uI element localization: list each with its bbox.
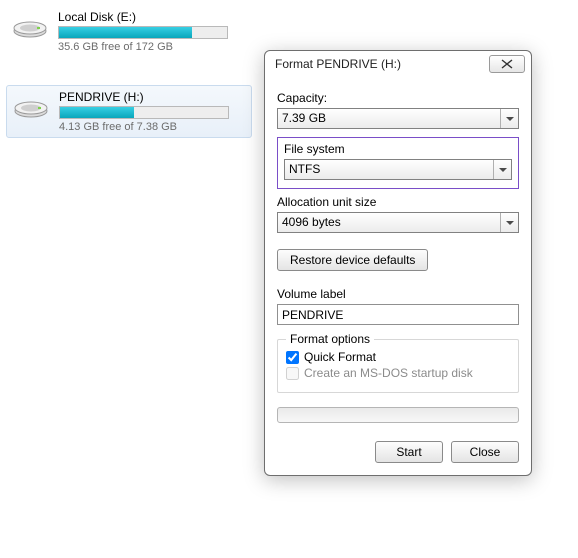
quick-format-checkbox[interactable] (286, 351, 299, 364)
capacity-label: Capacity: (277, 91, 519, 105)
msdos-label: Create an MS-DOS startup disk (304, 366, 473, 380)
fs-label: File system (284, 142, 512, 156)
aus-select[interactable]: 4096 bytes (277, 212, 519, 233)
titlebar: Format PENDRIVE (H:) (265, 51, 531, 75)
usage-bar-fill (59, 27, 192, 38)
drive-info: PENDRIVE (H:) 4.13 GB free of 7.38 GB (59, 90, 245, 133)
quick-format-label: Quick Format (304, 350, 376, 364)
start-button[interactable]: Start (375, 441, 443, 463)
capacity-select[interactable]: 7.39 GB (277, 108, 519, 129)
chevron-down-icon (493, 160, 511, 179)
volume-label-input[interactable] (277, 304, 519, 325)
msdos-checkbox (286, 367, 299, 380)
chevron-down-icon (500, 109, 518, 128)
usage-bar (58, 26, 228, 39)
drive-free-text: 35.6 GB free of 172 GB (58, 41, 246, 53)
dialog-title: Format PENDRIVE (H:) (275, 57, 489, 71)
chevron-down-icon (500, 213, 518, 232)
drive-info: Local Disk (E:) 35.6 GB free of 172 GB (58, 10, 246, 53)
dialog-body: Capacity: 7.39 GB File system NTFS Alloc… (265, 75, 531, 475)
close-dialog-button[interactable]: Close (451, 441, 519, 463)
hard-drive-icon (13, 90, 49, 120)
usage-bar (59, 106, 229, 119)
restore-defaults-button[interactable]: Restore device defaults (277, 249, 428, 271)
progress-bar (277, 407, 519, 423)
quick-format-option[interactable]: Quick Format (286, 350, 510, 364)
aus-label: Allocation unit size (277, 195, 519, 209)
close-icon (501, 59, 513, 69)
hard-drive-icon (12, 10, 48, 40)
capacity-value: 7.39 GB (282, 111, 326, 125)
file-system-section: File system NTFS (277, 137, 519, 189)
drive-item[interactable]: Local Disk (E:) 35.6 GB free of 172 GB (6, 6, 252, 57)
drive-name: PENDRIVE (H:) (59, 90, 245, 104)
dialog-footer: Start Close (277, 441, 519, 463)
drive-free-text: 4.13 GB free of 7.38 GB (59, 121, 245, 133)
fs-select[interactable]: NTFS (284, 159, 512, 180)
format-dialog: Format PENDRIVE (H:) Capacity: 7.39 GB F… (264, 50, 532, 476)
format-options-group: Format options Quick Format Create an MS… (277, 339, 519, 393)
fs-value: NTFS (289, 162, 320, 176)
usage-bar-fill (60, 107, 134, 118)
aus-value: 4096 bytes (282, 215, 341, 229)
volume-label-label: Volume label (277, 287, 519, 301)
msdos-option: Create an MS-DOS startup disk (286, 366, 510, 380)
drive-item[interactable]: PENDRIVE (H:) 4.13 GB free of 7.38 GB (6, 85, 252, 138)
drive-name: Local Disk (E:) (58, 10, 246, 24)
close-button[interactable] (489, 55, 525, 73)
format-options-legend: Format options (286, 332, 374, 346)
